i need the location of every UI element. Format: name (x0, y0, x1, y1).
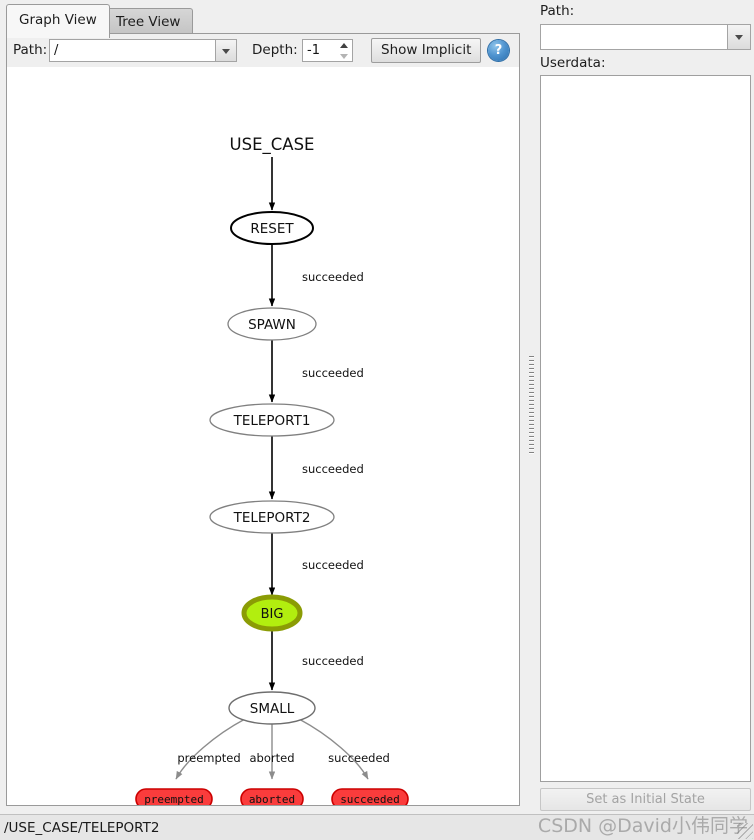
path-combobox[interactable] (49, 39, 237, 62)
smach-viewer-window: Graph View Tree View Path: Depth: (0, 0, 754, 840)
edge-small-preempted (175, 718, 246, 780)
outcome-aborted-label: aborted (249, 793, 295, 805)
right-path-combobox[interactable] (540, 24, 751, 50)
node-reset-label: RESET (250, 221, 294, 237)
show-implicit-button[interactable]: Show Implicit (371, 38, 482, 63)
node-teleport1-label: TELEPORT1 (233, 413, 311, 429)
edge-label-reset-spawn: succeeded (302, 270, 364, 284)
set-as-initial-state-button[interactable]: Set as Initial State (540, 788, 751, 811)
right-pane: Path: Userdata: Set as Initial State (537, 0, 754, 812)
node-spawn[interactable]: SPAWN (227, 307, 317, 341)
chevron-down-icon (340, 54, 348, 59)
state-machine-graph-canvas[interactable]: USE_CASE RESET SPAWN TELEPORT1 TELEPORT2… (7, 67, 519, 805)
outcome-succeeded[interactable]: succeeded (331, 788, 409, 805)
edge-label-teleport2-big: succeeded (302, 558, 364, 572)
outcome-succeeded-label: succeeded (340, 793, 400, 805)
node-small-label: SMALL (250, 701, 295, 717)
outcome-preempted-label: preempted (144, 793, 204, 805)
chevron-down-icon (735, 35, 743, 40)
right-path-input[interactable] (540, 24, 728, 50)
edge-label-small-preempted: preempted (177, 751, 240, 765)
graph-toolbar: Path: Depth: Show (7, 34, 519, 68)
outcome-preempted[interactable]: preempted (135, 788, 213, 805)
tab-graph-view[interactable]: Graph View (6, 4, 110, 38)
left-pane: Graph View Tree View Path: Depth: (0, 0, 526, 812)
outcome-aborted[interactable]: aborted (240, 788, 304, 805)
state-machine-graph: USE_CASE RESET SPAWN TELEPORT1 TELEPORT2… (135, 135, 409, 805)
depth-label: Depth: (252, 42, 298, 58)
node-reset[interactable]: RESET (230, 211, 314, 245)
depth-spinner[interactable] (302, 39, 353, 62)
node-spawn-label: SPAWN (248, 317, 296, 333)
node-big-label: BIG (261, 607, 284, 622)
splitter-grip-icon[interactable] (529, 356, 534, 456)
node-teleport2[interactable]: TELEPORT2 (209, 500, 335, 534)
path-input[interactable] (49, 39, 216, 62)
edge-group-outcomes (175, 718, 369, 780)
edge-small-succeeded (298, 718, 369, 780)
chevron-up-icon (340, 43, 348, 48)
node-teleport2-label: TELEPORT2 (233, 510, 311, 526)
pane-splitter[interactable] (526, 0, 537, 812)
status-bar-text: /USE_CASE/TELEPORT2 (4, 820, 160, 836)
path-label: Path: (13, 42, 48, 58)
depth-decrement-button[interactable] (337, 51, 352, 61)
right-path-label: Path: (540, 3, 575, 19)
graph-title: USE_CASE (230, 135, 315, 155)
edge-label-teleport1-teleport2: succeeded (302, 462, 364, 476)
resize-grip-icon[interactable] (737, 823, 753, 839)
edge-label-spawn-teleport1: succeeded (302, 366, 364, 380)
status-bar: /USE_CASE/TELEPORT2 (0, 814, 754, 840)
right-path-dropdown-button[interactable] (728, 24, 751, 50)
help-icon[interactable]: ? (488, 40, 509, 61)
node-small[interactable]: SMALL (228, 691, 316, 725)
graph-view-panel: Path: Depth: Show (6, 33, 520, 806)
node-teleport1[interactable]: TELEPORT1 (209, 403, 335, 437)
edge-label-big-small: succeeded (302, 654, 364, 668)
chevron-down-icon (222, 48, 230, 54)
userdata-textarea[interactable] (540, 75, 751, 782)
path-dropdown-button[interactable] (216, 39, 237, 62)
edge-label-small-aborted: aborted (250, 751, 295, 765)
node-big[interactable]: BIG (241, 594, 303, 632)
help-glyph: ? (494, 43, 503, 58)
depth-increment-button[interactable] (337, 40, 352, 50)
userdata-label: Userdata: (540, 55, 606, 71)
edge-label-small-succeeded: succeeded (328, 751, 390, 765)
